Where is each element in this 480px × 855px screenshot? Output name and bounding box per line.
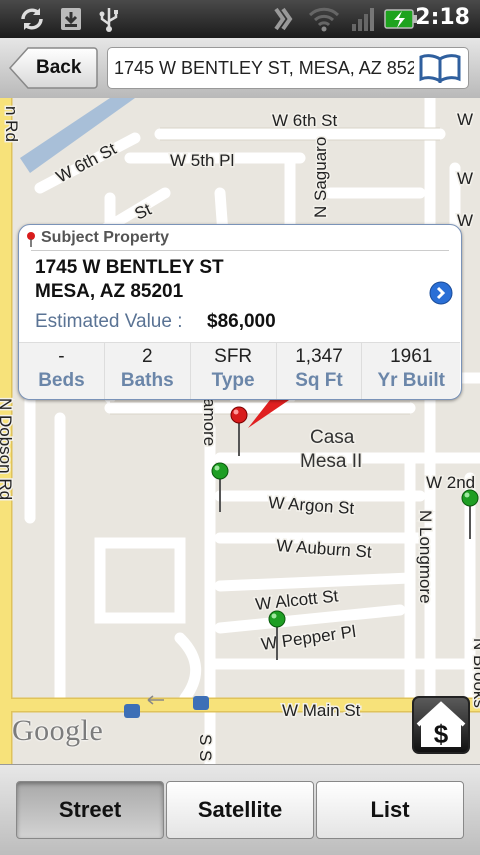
status-clock: 2:18 [415, 5, 470, 30]
estimated-value: $86,000 [207, 311, 276, 332]
stat-year-built: 1961 Yr Built [362, 343, 460, 399]
stat-type: SFR Type [191, 343, 277, 399]
estimated-value-label: Estimated Value : [35, 311, 183, 332]
address-line-1: 1745 W BENTLEY ST [35, 257, 224, 278]
tab-satellite[interactable]: Satellite [166, 781, 314, 839]
download-icon [58, 6, 84, 32]
callout-label: Subject Property [41, 229, 170, 246]
stat-baths: 2 Baths [105, 343, 191, 399]
stat-value: 1961 [390, 346, 433, 367]
stat-label: Beds [38, 370, 85, 391]
street-label-w-5th-pl: W 5th Pl [170, 151, 234, 170]
stat-beds: - Beds [19, 343, 105, 399]
street-label-w-b: W [457, 169, 473, 188]
stat-value: - [58, 346, 65, 367]
street-label-rd-top: n Rd [2, 106, 21, 142]
svg-text:$: $ [434, 719, 449, 749]
battery-charging-icon [384, 6, 418, 32]
home-value-button[interactable]: $ [412, 696, 470, 754]
street-label-w-6th-st-east: W 6th St [272, 111, 337, 130]
callout-divider [31, 250, 449, 251]
back-button[interactable]: Back [8, 46, 98, 90]
address-line-2: MESA, AZ 85201 [35, 281, 184, 302]
street-label-s-s: S S [196, 734, 215, 761]
back-button-label: Back [36, 57, 82, 78]
stat-label: Sq Ft [295, 370, 343, 391]
area-label-line2: Mesa II [300, 451, 362, 472]
stat-label: Type [211, 370, 255, 391]
area-label-line1: Casa [310, 427, 355, 448]
wifi-icon [308, 6, 340, 32]
map-canvas: W 6th St W 6th St W 5th Pl St N P N Sagu… [0, 98, 480, 764]
data-activity-icon [272, 6, 298, 32]
usb-icon [96, 6, 122, 32]
open-book-icon[interactable] [418, 53, 462, 87]
street-label-w-c: W [457, 211, 473, 230]
chevron-right-circle-icon [429, 281, 453, 305]
address-input[interactable] [114, 48, 414, 88]
signal-icon [350, 6, 376, 32]
address-field[interactable] [107, 47, 469, 89]
stat-value: 1,347 [295, 346, 343, 367]
top-toolbar: Back [0, 38, 480, 99]
tab-street[interactable]: Street [16, 781, 164, 839]
status-bar: 2:18 [0, 0, 480, 38]
stat-label: Yr Built [377, 370, 445, 391]
map-pin-icon [25, 231, 37, 251]
view-tab-bar: Street Satellite List [0, 764, 480, 855]
street-label-n-brooks: N Brooks [470, 638, 480, 708]
street-label-n-longmore: N Longmore [416, 510, 435, 604]
sync-icon [18, 6, 46, 32]
street-label-w-main-st: W Main St [282, 701, 361, 720]
stat-sqft: 1,347 Sq Ft [277, 343, 363, 399]
map-view[interactable]: W 6th St W 6th St W 5th Pl St N P N Sagu… [0, 98, 480, 764]
street-label-w-a: W [457, 110, 473, 129]
property-stats: - Beds 2 Baths SFR Type 1,347 Sq Ft 1961 Yr B… [19, 342, 460, 399]
stat-value: 2 [142, 346, 153, 367]
street-label-longmore-west: amore [200, 398, 219, 446]
stat-value: SFR [214, 346, 253, 367]
street-label-w-2nd: W 2nd [426, 473, 475, 492]
street-label-n-saguaro: N Saguaro [311, 137, 330, 218]
house-dollar-icon: $ [416, 701, 466, 749]
subject-property-callout[interactable]: Subject Property 1745 W BENTLEY ST MESA,… [18, 224, 462, 400]
stat-label: Baths [120, 370, 174, 391]
google-attribution: Google [12, 714, 104, 747]
tab-list[interactable]: List [316, 781, 464, 839]
callout-details-button[interactable] [429, 281, 453, 305]
street-label-n-dobson-rd: N Dobson Rd [0, 398, 15, 500]
